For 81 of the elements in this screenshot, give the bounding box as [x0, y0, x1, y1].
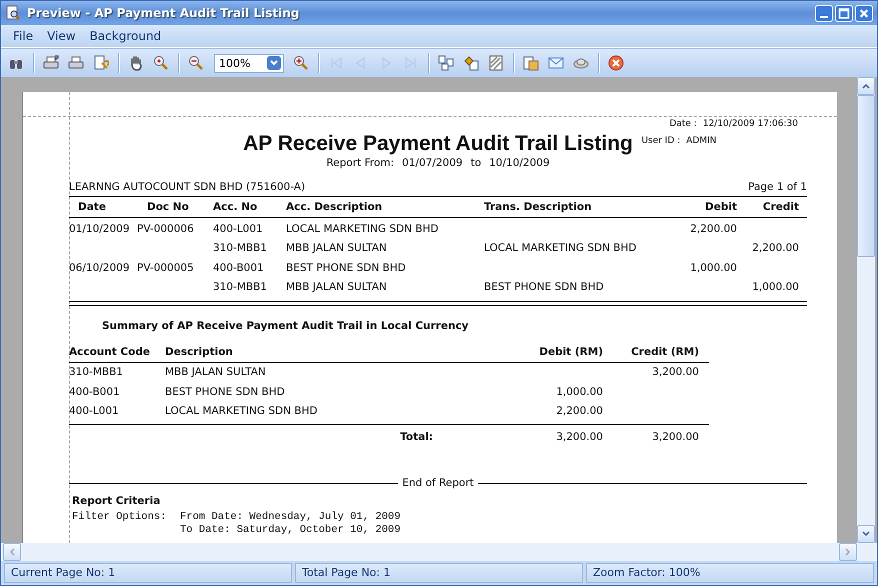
- right-chevron-icon: [843, 547, 853, 557]
- table-cell: 06/10/2009: [69, 262, 130, 274]
- print-date: 12/10/2009 17:06:30: [702, 118, 798, 131]
- user-id-label: User ID :: [641, 135, 680, 148]
- scroll-thumb[interactable]: [857, 95, 875, 257]
- column-header: Credit: [762, 201, 799, 213]
- table-cell: 2,200.00: [690, 222, 737, 235]
- filter-text: To Date: Saturday, October 10, 2009: [180, 524, 401, 537]
- from-date: 01/07/2009: [402, 157, 463, 169]
- total-credit: 3,200.00: [652, 431, 699, 443]
- report-range-label: Report From:: [326, 157, 394, 169]
- company-name: LEARNNG AUTOCOUNT SDN BHD (751600-A): [69, 181, 306, 193]
- close-button[interactable]: [855, 4, 873, 22]
- date-label: Date :: [669, 118, 697, 131]
- scroll-up-button[interactable]: [857, 77, 875, 95]
- table-cell: MBB JALAN SULTAN: [286, 242, 387, 254]
- minimize-button[interactable]: [815, 4, 833, 22]
- table-cell: MBB JALAN SULTAN: [165, 366, 266, 378]
- column-header: Acc. No: [213, 201, 258, 213]
- column-header: Doc No: [146, 201, 190, 213]
- status-panel: Current Page No: 1: [4, 563, 292, 583]
- table-cell: 400-B001: [213, 262, 264, 274]
- report-title: AP Receive Payment Audit Trail Listing: [243, 131, 633, 157]
- column-header: Debit: [704, 201, 737, 213]
- down-chevron-icon: [861, 529, 871, 539]
- table-cell: 1,000.00: [690, 262, 737, 274]
- table-cell: 400-B001: [69, 386, 120, 398]
- table-cell: 310-MBB1: [213, 242, 267, 254]
- minimize-icon: [820, 16, 828, 18]
- menu-item[interactable]: Background: [84, 27, 168, 45]
- table-cell: PV-000006: [137, 222, 194, 235]
- status-panel: Total Page No: 1: [295, 563, 583, 583]
- table-cell: 400-L001: [69, 405, 119, 418]
- column-header: Trans. Description: [484, 201, 593, 213]
- table-cell: 3,200.00: [652, 366, 699, 378]
- window-title: Preview - AP Payment Audit Trail Listing: [27, 6, 300, 20]
- filter-text: From Date: Wednesday, July 01, 2009: [180, 511, 401, 524]
- table-cell: 1,000.00: [752, 281, 799, 294]
- table-cell: 2,200.00: [752, 242, 799, 254]
- table-cell: PV-000005: [137, 262, 194, 274]
- table-cell: LOCAL MARKETING SDN BHD: [484, 242, 636, 254]
- vertical-scrollbar[interactable]: [857, 77, 875, 543]
- summary-title: Summary of AP Receive Payment Audit Trail in Local Currency: [101, 319, 470, 334]
- menu-item[interactable]: File: [7, 27, 40, 45]
- table-cell: 400-L001: [213, 222, 263, 235]
- column-header: Credit (RM): [630, 346, 699, 358]
- table-cell: 01/10/2009: [69, 222, 130, 235]
- column-header: Account Code: [69, 346, 151, 358]
- menu-item[interactable]: View: [41, 27, 82, 45]
- end-of-report: End of Report: [402, 477, 474, 489]
- table-cell: LOCAL MARKETING SDN BHD: [286, 222, 438, 235]
- filter-label: Filter Options:: [72, 511, 167, 523]
- column-header: Acc. Description: [286, 201, 384, 213]
- table-cell: BEST PHONE SDN BHD: [484, 281, 604, 294]
- table-cell: MBB JALAN SULTAN: [286, 281, 387, 294]
- table-cell: BEST PHONE SDN BHD: [165, 386, 285, 398]
- table-cell: 310-MBB1: [69, 366, 123, 378]
- maximize-icon: [838, 8, 850, 18]
- scroll-down-button[interactable]: [857, 525, 875, 543]
- criteria-title: Report Criteria: [71, 494, 162, 509]
- user-id: ADMIN: [686, 135, 717, 148]
- column-header: Description: [165, 346, 234, 358]
- left-chevron-icon: [7, 547, 17, 557]
- total-debit: 3,200.00: [556, 431, 603, 443]
- to-label: to: [470, 157, 482, 169]
- table-cell: BEST PHONE SDN BHD: [286, 262, 406, 274]
- to-date: 10/10/2009: [489, 157, 550, 169]
- table-cell: 2,200.00: [556, 405, 603, 418]
- column-header: Date: [77, 201, 107, 213]
- close-icon: [858, 8, 870, 18]
- up-chevron-icon: [861, 81, 871, 91]
- maximize-button[interactable]: [835, 4, 853, 22]
- table-cell: 310-MBB1: [213, 281, 267, 294]
- document-magnifier-icon: [5, 5, 21, 21]
- total-label: Total:: [400, 431, 433, 443]
- column-header: Debit (RM): [538, 346, 603, 358]
- table-cell: 1,000.00: [556, 386, 603, 398]
- page-number: Page 1 of 1: [748, 181, 807, 193]
- status-panel: Zoom Factor: 100%: [586, 563, 874, 583]
- table-cell: LOCAL MARKETING SDN BHD: [165, 405, 318, 418]
- zoom-dropdown[interactable]: 100%: [214, 54, 284, 72]
